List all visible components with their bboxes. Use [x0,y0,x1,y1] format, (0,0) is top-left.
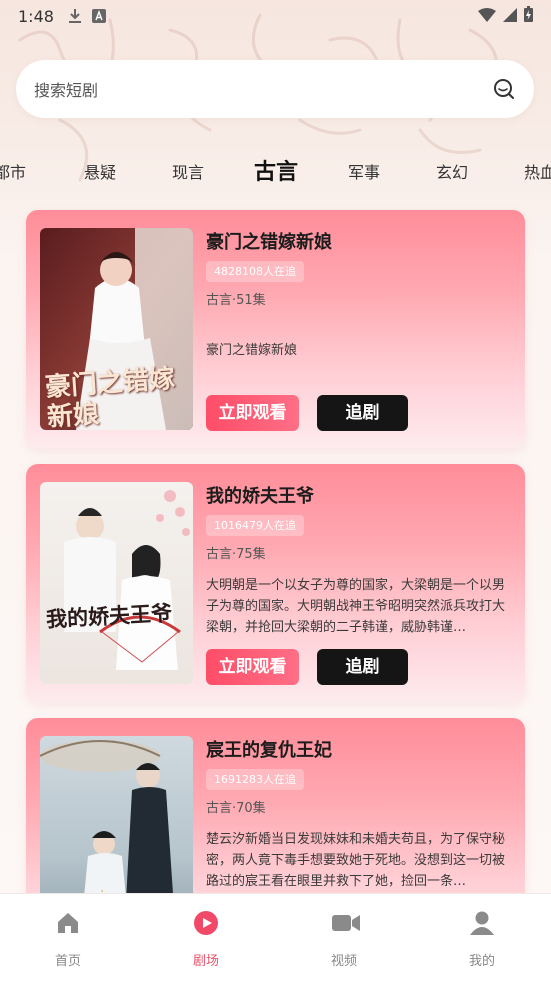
battery-charging-icon [524,6,533,26]
tab-guyan[interactable]: 古言 [254,150,298,196]
user-icon [469,910,495,936]
search-input[interactable]: 搜索短剧 [34,77,492,101]
cover-title-text: 豪门之错嫁新娘 [44,363,176,430]
search-icon[interactable] [492,77,516,101]
tab-junshi[interactable]: 军事 [348,150,380,196]
drama-title[interactable]: 我的娇夫王爷 [206,482,314,508]
nav-item-home[interactable]: 首页 [28,894,108,981]
drama-title[interactable]: 宸王的复仇王妃 [206,736,332,762]
theater-play-icon [193,910,219,936]
watch-now-button[interactable]: 立即观看 [206,649,299,685]
tab-xuanhuan[interactable]: 玄幻 [436,150,468,196]
bottom-navigation: 首页 剧场 视频 我的 [0,893,551,981]
category-tabs: 都市 悬疑 现言 古言 军事 玄幻 热血 [0,150,551,196]
tab-xianyan[interactable]: 现言 [172,150,204,196]
drama-meta: 古言·75集 [206,547,266,562]
keyboard-a-icon [91,9,106,23]
follow-drama-button[interactable]: 追剧 [317,395,408,431]
status-bar: 1:48 [0,0,551,32]
nav-label: 首页 [54,954,81,969]
nav-label: 视频 [330,954,357,969]
drama-card[interactable]: 我的娇夫王爷 我的娇夫王爷 1016479人在追 古言·75集 大明朝是一个以女… [26,464,525,702]
drama-description: 豪门之错嫁新娘 [206,343,298,358]
tab-dushi[interactable]: 都市 [0,150,26,196]
download-icon [68,8,82,24]
video-camera-icon [331,910,360,936]
signal-icon [503,7,517,26]
nav-item-theater[interactable]: 剧场 [166,894,246,981]
nav-item-video[interactable]: 视频 [304,894,384,981]
watch-now-button[interactable]: 立即观看 [206,395,299,431]
drama-title[interactable]: 豪门之错嫁新娘 [206,228,332,254]
nav-item-profile[interactable]: 我的 [442,894,522,981]
nav-label: 剧场 [192,954,219,969]
search-bar[interactable]: 搜索短剧 [16,60,534,118]
drama-cover[interactable]: 豪门之错嫁新娘 [40,228,193,430]
wifi-icon [478,7,496,26]
drama-meta: 古言·70集 [206,801,266,816]
drama-meta: 古言·51集 [206,293,266,308]
followers-badge: 4828108人在追 [206,261,304,282]
followers-badge: 1691283人在追 [206,769,304,790]
home-icon [55,910,81,936]
tab-rexue[interactable]: 热血 [524,150,551,196]
drama-description: 大明朝是一个以女子为尊的国家，大梁朝是一个以男子为尊的国家。大明朝战神王爷昭明突… [206,578,506,635]
nav-label: 我的 [468,954,495,969]
status-time: 1:48 [18,6,54,26]
drama-card[interactable]: 豪门之错嫁新娘 豪门之错嫁新娘 4828108人在追 古言·51集 豪门之错嫁新… [26,210,525,448]
tab-xuanyi[interactable]: 悬疑 [84,150,116,196]
drama-description: 楚云汐新婚当日发现妹妹和未婚夫苟且，为了保守秘密，两人竟下毒手想要致她于死地。没… [206,832,506,889]
follow-drama-button[interactable]: 追剧 [317,649,408,685]
followers-badge: 1016479人在追 [206,515,304,536]
drama-cover[interactable]: 我的娇夫王爷 [40,482,193,684]
